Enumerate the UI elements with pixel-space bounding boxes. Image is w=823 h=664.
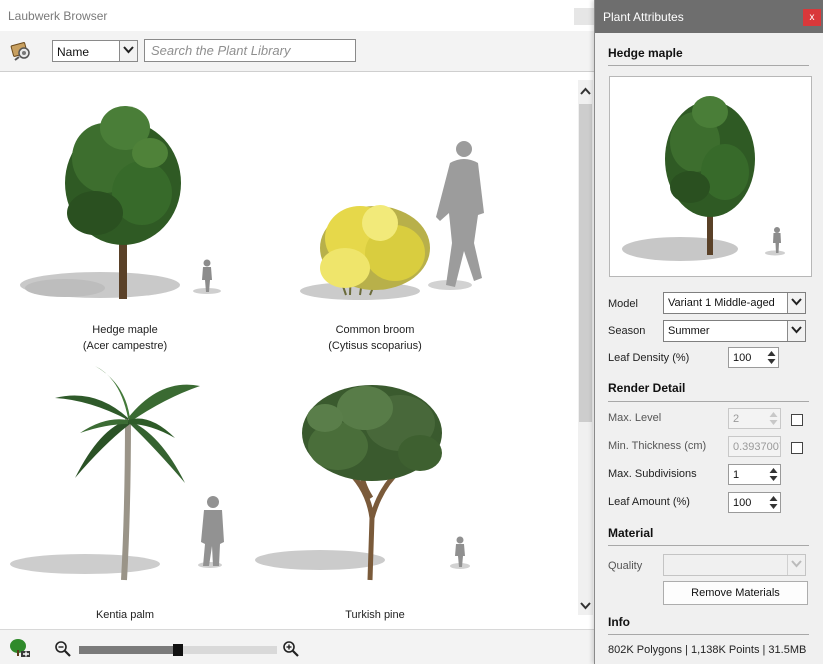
zoom-slider-fill xyxy=(79,646,178,654)
plant-attributes-panel: Plant Attributes x Hedge maple Model Var… xyxy=(594,0,823,664)
panel-title: Plant Attributes xyxy=(603,10,684,24)
max-level-checkbox[interactable] xyxy=(791,414,803,426)
remove-materials-button[interactable]: Remove Materials xyxy=(663,581,808,605)
model-select[interactable]: Variant 1 Middle-aged xyxy=(663,292,806,314)
hedge-maple-thumbnail xyxy=(20,106,221,299)
plant-preview xyxy=(609,76,812,277)
close-button[interactable]: x xyxy=(803,9,821,26)
library-settings-icon[interactable] xyxy=(10,40,32,62)
search-box[interactable] xyxy=(144,39,356,62)
turkish-pine-thumbnail xyxy=(255,385,470,581)
max-subdivisions-label: Max. Subdivisions xyxy=(608,468,697,480)
app-root: Laubwerk Browser Name Search the Plant L… xyxy=(0,0,823,664)
leaf-density-spinner[interactable]: 100 xyxy=(728,347,779,368)
browser-title-bar: Laubwerk Browser xyxy=(0,0,596,31)
plant-card-hedge-maple[interactable]: Hedge maple (Acer campestre) xyxy=(0,73,250,353)
max-level-label: Max. Level xyxy=(608,412,662,424)
model-value: Variant 1 Middle-aged xyxy=(668,297,775,309)
max-subdivisions-value: 1 xyxy=(733,469,740,481)
chevron-down-icon[interactable] xyxy=(787,321,805,341)
leaf-density-label: Leaf Density (%) xyxy=(608,352,690,364)
plant-preview-image xyxy=(622,96,785,261)
common-broom-thumbnail xyxy=(300,141,484,300)
divider xyxy=(608,634,809,635)
min-thickness-checkbox[interactable] xyxy=(791,442,803,454)
browser-toolbar: Name xyxy=(0,31,596,72)
max-subdivisions-spinner[interactable]: 1 xyxy=(728,464,781,485)
scroll-up-icon[interactable] xyxy=(579,84,592,98)
leaf-amount-spinner[interactable]: 100 xyxy=(728,492,781,513)
plant-name: Common broom xyxy=(335,324,415,336)
plant-grid: Hedge maple (Acer campestre) Common broo… xyxy=(0,73,578,629)
browser-title: Laubwerk Browser xyxy=(8,9,108,23)
info-heading: Info xyxy=(608,615,630,629)
plant-card-common-broom[interactable]: Common broom (Cytisus scoparius) xyxy=(250,73,500,353)
quality-select[interactable] xyxy=(663,554,806,576)
plant-name: Kentia palm xyxy=(95,609,155,621)
chevron-down-icon[interactable] xyxy=(787,293,805,313)
model-statistics: 802K Polygons | 1,138K Points | 31.5MB xyxy=(608,644,807,656)
season-value: Summer xyxy=(668,325,710,337)
min-thickness-value: 0.3937007 xyxy=(733,441,781,453)
plant-name: Turkish pine xyxy=(345,609,405,621)
min-thickness-spinner[interactable]: 0.3937007 xyxy=(728,436,781,457)
leaf-density-value: 100 xyxy=(733,352,752,364)
scrollbar-thumb[interactable] xyxy=(579,104,592,422)
zoom-slider-handle[interactable] xyxy=(173,644,183,656)
max-level-spinner[interactable]: 2 xyxy=(728,408,781,429)
divider xyxy=(608,401,809,402)
plant-latin-name: (Acer campestre) xyxy=(82,340,168,352)
min-thickness-label: Min. Thickness (cm) xyxy=(608,440,707,452)
max-level-value: 2 xyxy=(733,413,740,425)
zoom-slider[interactable] xyxy=(79,644,277,656)
add-plant-icon[interactable] xyxy=(8,637,32,659)
divider xyxy=(608,545,809,546)
leaf-amount-label: Leaf Amount (%) xyxy=(608,496,690,508)
panel-title-bar: Plant Attributes x xyxy=(595,0,823,33)
model-label: Model xyxy=(608,298,638,310)
chevron-down-icon[interactable] xyxy=(119,41,137,61)
plant-card-turkish-pine[interactable]: Turkish pine xyxy=(250,358,500,629)
plant-latin-name: (Cytisus scoparius) xyxy=(328,340,422,352)
plant-grid-scrollbar[interactable] xyxy=(578,80,593,615)
season-label: Season xyxy=(608,325,646,337)
spinner-arrows-icon[interactable] xyxy=(768,466,779,483)
laubwerk-browser-window: Laubwerk Browser Name Search the Plant L… xyxy=(0,0,596,664)
render-detail-heading: Render Detail xyxy=(608,381,686,395)
divider xyxy=(608,65,809,66)
zoom-in-icon[interactable] xyxy=(282,640,300,658)
selected-plant-name: Hedge maple xyxy=(608,46,683,60)
material-heading: Material xyxy=(608,526,654,540)
spinner-arrows-icon[interactable] xyxy=(766,349,777,366)
zoom-out-icon[interactable] xyxy=(54,640,72,658)
plant-card-kentia-palm[interactable]: Kentia palm xyxy=(0,358,250,629)
season-select[interactable]: Summer xyxy=(663,320,806,342)
plant-name: Hedge maple xyxy=(92,324,158,336)
sort-by-value: Name xyxy=(57,45,90,59)
sort-by-select[interactable]: Name xyxy=(52,40,138,62)
scroll-down-icon[interactable] xyxy=(579,599,592,613)
kentia-palm-thumbnail xyxy=(10,366,224,581)
window-control-button[interactable] xyxy=(574,8,594,25)
spinner-arrows-icon xyxy=(769,412,778,425)
search-input[interactable] xyxy=(145,40,355,61)
chevron-down-icon xyxy=(787,555,805,575)
browser-bottom-bar xyxy=(0,629,596,664)
spinner-arrows-icon[interactable] xyxy=(768,494,779,511)
leaf-amount-value: 100 xyxy=(733,497,752,509)
quality-label: Quality xyxy=(608,560,643,572)
